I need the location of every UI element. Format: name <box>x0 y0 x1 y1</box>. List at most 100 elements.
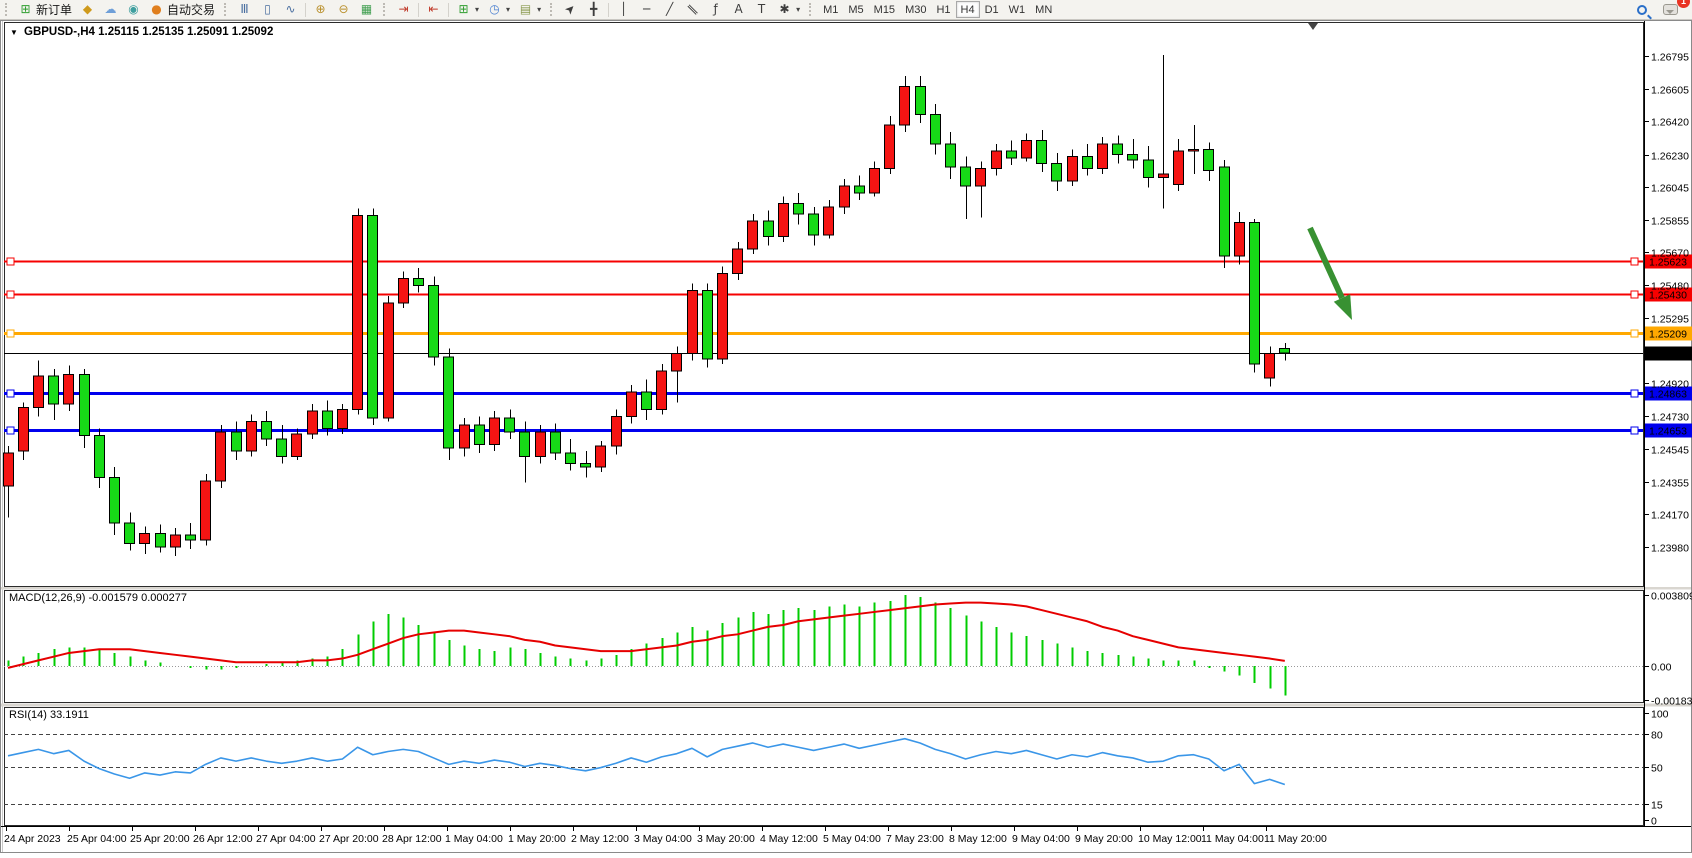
tf-m30-button[interactable]: M30 <box>900 1 931 18</box>
candle-body <box>368 216 378 418</box>
tf-h4-button[interactable]: H4 <box>956 1 980 18</box>
rsi-tick-label: 50 <box>1651 763 1663 775</box>
price-tick-label: 1.25855 <box>1651 216 1689 228</box>
time-tick-label: 25 Apr 04:00 <box>67 833 127 845</box>
price-tick-label: 1.24920 <box>1651 379 1689 391</box>
horizontal-line-button[interactable]: ─ <box>635 1 658 19</box>
candle-body <box>1159 174 1169 177</box>
line-handle[interactable] <box>1631 390 1638 397</box>
panel-splitter[interactable] <box>1 587 1691 590</box>
bar-chart-button[interactable]: Ⅲ <box>233 1 256 19</box>
candle-body <box>1113 144 1123 154</box>
time-tick-label: 7 May 23:00 <box>886 833 944 845</box>
candle-body <box>201 481 211 540</box>
time-tick-label: 10 May 12:00 <box>1138 833 1202 845</box>
tf-h1-button[interactable]: H1 <box>931 1 955 18</box>
candle-body <box>80 374 90 435</box>
candle-body <box>1128 155 1138 160</box>
new-order-button[interactable]: ⊞新订单 <box>14 1 76 19</box>
tf-d1-button[interactable]: D1 <box>980 1 1004 18</box>
candle-body <box>748 221 758 249</box>
equidistant-channel-button[interactable]: ∥ <box>681 1 704 19</box>
crosshair-button[interactable]: ╋ <box>582 1 605 19</box>
tf-w1-button[interactable]: W1 <box>1004 1 1031 18</box>
zoom-out-icon: ⊖ <box>336 2 351 17</box>
price-tick-label: 1.25480 <box>1651 281 1689 293</box>
cursor-button[interactable]: ➤ <box>559 1 582 19</box>
line-handle[interactable] <box>1631 291 1638 298</box>
candle-body <box>1068 156 1078 180</box>
market-watch-button[interactable]: ◆ <box>76 1 99 19</box>
macd-label: MACD(12,26,9) -0.001579 0.000277 <box>9 592 187 604</box>
price-label-text: 1.25209 <box>1649 329 1687 341</box>
candle-body <box>323 411 333 428</box>
autotrading-icon: ● <box>149 2 164 17</box>
chart-title: ▼GBPUSD-,H4 1.25115 1.25135 1.25091 1.25… <box>10 26 273 38</box>
profiles-button[interactable]: ☁ <box>99 1 122 19</box>
panel-splitter[interactable] <box>1 704 1691 707</box>
indicators-button[interactable]: ⊞▾ <box>452 1 483 19</box>
chevron-down-icon: ▾ <box>475 5 479 14</box>
candle-body <box>1174 151 1184 184</box>
navigator-button[interactable]: ◉ <box>122 1 145 19</box>
candle-body <box>718 273 728 359</box>
candlestick-icon: ▯ <box>260 2 275 17</box>
line-handle[interactable] <box>1631 330 1638 337</box>
notifications-button[interactable]: 1 <box>1659 1 1682 19</box>
tf-m15-button[interactable]: M15 <box>869 1 900 18</box>
autotrading-button[interactable]: ●自动交易 <box>145 1 219 19</box>
template-icon: ▤ <box>518 2 533 17</box>
fibonacci-button[interactable]: ƒ <box>704 1 727 19</box>
toolbar: ⊞新订单 ◆ ☁ ◉ ●自动交易 Ⅲ ▯ ∿ ⊕ ⊖ ▦ ⇥ ⇤ ⊞▾ ◷▾ ▤… <box>0 0 1692 20</box>
candle-body <box>627 392 637 416</box>
candle-body <box>870 169 880 193</box>
text-button[interactable]: A <box>727 1 750 19</box>
line-handle[interactable] <box>7 258 14 265</box>
tf-m5-button[interactable]: M5 <box>843 1 868 18</box>
line-handle[interactable] <box>1631 258 1638 265</box>
fibonacci-icon: ƒ <box>708 2 723 17</box>
candle-body <box>19 408 29 452</box>
tile-windows-button[interactable]: ▦ <box>355 1 378 19</box>
candle-body <box>672 354 682 371</box>
trendline-button[interactable]: ╱ <box>658 1 681 19</box>
text-label-button[interactable]: T <box>750 1 773 19</box>
vertical-line-icon: │ <box>616 2 631 17</box>
candle-body <box>885 125 895 169</box>
cursor-icon: ➤ <box>560 0 581 20</box>
candle-body <box>809 214 819 235</box>
candle-body <box>232 432 242 451</box>
bar-chart-icon: Ⅲ <box>237 2 252 17</box>
chart-canvas[interactable]: 1.256231.254301.252091.250921.248631.246… <box>0 20 1692 853</box>
shapes-button[interactable]: ✱▾ <box>773 1 804 19</box>
new-order-label: 新订单 <box>36 1 72 18</box>
candlestick-button[interactable]: ▯ <box>256 1 279 19</box>
candle-body <box>384 303 394 418</box>
line-handle[interactable] <box>7 291 14 298</box>
candle-body <box>688 291 698 354</box>
tf-mn-button[interactable]: MN <box>1030 1 1057 18</box>
line-handle[interactable] <box>7 330 14 337</box>
zoom-in-button[interactable]: ⊕ <box>309 1 332 19</box>
candle-body <box>733 249 743 273</box>
candle-body <box>1022 141 1032 158</box>
zoom-out-button[interactable]: ⊖ <box>332 1 355 19</box>
candle-body <box>612 416 622 446</box>
line-handle[interactable] <box>7 427 14 434</box>
chart-shift-button[interactable]: ⇤ <box>422 1 445 19</box>
templates-button[interactable]: ▤▾ <box>514 1 545 19</box>
time-tick-label: 2 May 12:00 <box>571 833 629 845</box>
vertical-line-button[interactable]: │ <box>612 1 635 19</box>
tf-m1-button[interactable]: M1 <box>818 1 843 18</box>
candle-body <box>1220 167 1230 256</box>
line-chart-button[interactable]: ∿ <box>279 1 302 19</box>
periods-button[interactable]: ◷▾ <box>483 1 514 19</box>
line-handle[interactable] <box>7 390 14 397</box>
time-tick-label: 26 Apr 12:00 <box>193 833 253 845</box>
search-button[interactable] <box>1633 1 1651 19</box>
shapes-icon: ✱ <box>777 2 792 17</box>
auto-scroll-button[interactable]: ⇥ <box>392 1 415 19</box>
line-handle[interactable] <box>1631 427 1638 434</box>
candle-body <box>110 477 120 522</box>
candle-body <box>855 186 865 193</box>
